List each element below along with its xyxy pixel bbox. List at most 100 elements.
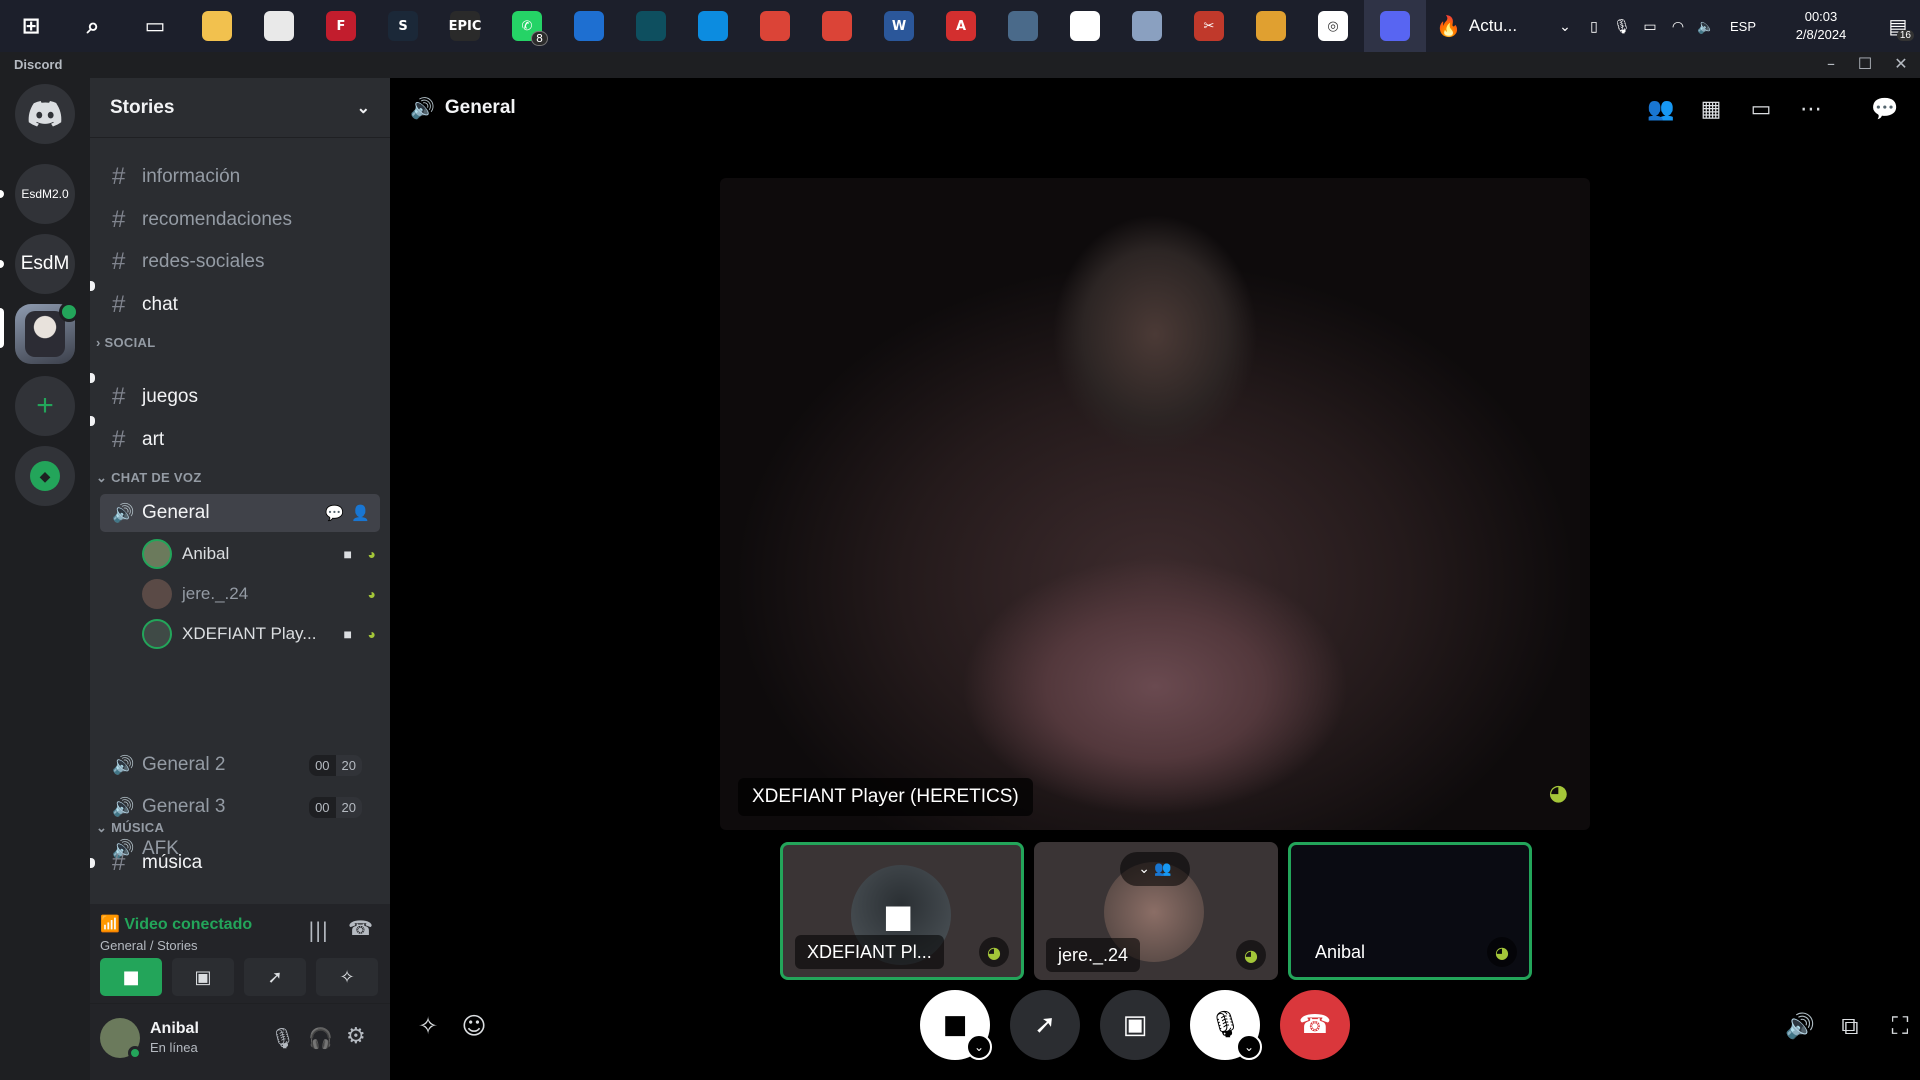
word-icon[interactable]: W xyxy=(868,0,930,52)
noise-suppression-icon[interactable]: ||| xyxy=(308,918,328,942)
microphone-icon[interactable]: 🎙 xyxy=(270,1026,295,1050)
screen-share-button[interactable]: ▣ xyxy=(172,958,234,996)
epic-games-icon[interactable]: EPIC xyxy=(434,0,496,52)
more-options-icon[interactable]: ⋯ xyxy=(1794,92,1828,126)
chrome-profile-icon[interactable] xyxy=(806,0,868,52)
channel-title: General xyxy=(444,97,516,118)
voice-location: General / Stories xyxy=(100,938,198,953)
file-explorer-glyph xyxy=(202,11,232,41)
microphone-tray-icon[interactable]: 🎙 xyxy=(1608,18,1636,35)
discord-home-icon[interactable] xyxy=(15,84,75,144)
voice-user-jere[interactable]: jere._.24 ◕ xyxy=(142,576,382,612)
paint-icon[interactable] xyxy=(1054,0,1116,52)
microphone-toggle-button[interactable]: 🎙 ⌄ xyxy=(1190,990,1262,1060)
autocad-icon[interactable]: A xyxy=(930,0,992,52)
channel-art[interactable]: # art xyxy=(100,421,380,459)
notification-center-button[interactable]: ▤ 16 xyxy=(1876,14,1920,41)
server-stories[interactable] xyxy=(15,302,79,364)
leave-call-button[interactable]: ☎ xyxy=(1280,990,1350,1060)
voice-user-xdefiant[interactable]: XDEFIANT Play... ■ ◕ xyxy=(142,616,382,652)
inbox-icon[interactable]: ▭ xyxy=(1744,92,1778,126)
guild-header[interactable]: Stories ⌄ xyxy=(90,78,390,138)
calculator-icon[interactable] xyxy=(992,0,1054,52)
server-esdm20[interactable]: EsdM2.0 xyxy=(15,164,75,224)
channel-musica[interactable]: # música xyxy=(100,844,380,882)
paint-glyph xyxy=(1070,11,1100,41)
voice-status[interactable]: 📶 Video conectado General / Stories xyxy=(100,914,252,953)
device-icon[interactable]: ▯ xyxy=(1580,18,1608,35)
app-scissors-icon[interactable]: ✂ xyxy=(1178,0,1240,52)
fullscreen-icon[interactable]: ⛶ xyxy=(1882,1008,1918,1044)
search-icon[interactable]: ⌕ xyxy=(62,0,124,52)
ms-store-icon[interactable] xyxy=(248,0,310,52)
channel-chat[interactable]: # chat xyxy=(100,286,380,324)
participant-tile-anibal[interactable]: Anibal ◕ xyxy=(1288,842,1532,980)
channel-redes-sociales[interactable]: # redes-sociales xyxy=(100,243,380,281)
app-creature-icon[interactable] xyxy=(1240,0,1302,52)
soundboard-icon[interactable]: ✧ xyxy=(410,1008,446,1044)
app-creature-glyph xyxy=(1256,11,1286,41)
disconnect-icon[interactable]: ☎ xyxy=(348,916,373,940)
battery-icon[interactable]: ▭ xyxy=(1636,18,1664,35)
chat-bubble-icon[interactable]: 💬 xyxy=(1868,92,1902,126)
clock[interactable]: 00:03 2/8/2024 xyxy=(1766,8,1876,44)
pop-out-icon[interactable]: ⧉ xyxy=(1832,1008,1868,1044)
maximize-icon[interactable]: ☐ xyxy=(1850,54,1880,73)
open-chat-icon[interactable]: 💬 xyxy=(325,504,344,522)
screen-share-button[interactable]: ▣ xyxy=(1100,990,1170,1060)
task-view-icon[interactable]: ▭ xyxy=(124,0,186,52)
channel-informacion[interactable]: # información xyxy=(100,158,380,196)
settings-gear-icon[interactable]: ⚙ xyxy=(346,1024,366,1049)
edge-icon[interactable] xyxy=(682,0,744,52)
app-jellyfish-icon[interactable] xyxy=(1116,0,1178,52)
voice-user-anibal[interactable]: Anibal ■ ◕ xyxy=(142,536,382,572)
participant-tile-jere[interactable]: ⌄ 👥 jere._.24 ◕ xyxy=(1034,842,1278,980)
focused-video-stream[interactable]: ◕ xyxy=(720,178,1590,830)
activities-button[interactable]: ➚ xyxy=(1010,990,1080,1060)
fl-app-icon[interactable]: F xyxy=(310,0,372,52)
app-blue-icon[interactable] xyxy=(558,0,620,52)
discord-taskbar-icon[interactable] xyxy=(1364,0,1426,52)
voice-channel-general[interactable]: 🔊 General 💬 👤 xyxy=(100,494,380,532)
soundboard-button[interactable]: ✧ xyxy=(316,958,378,996)
activities-button[interactable]: ➚ xyxy=(244,958,306,996)
grid-layout-icon[interactable]: ▦ xyxy=(1694,92,1728,126)
steam-icon[interactable]: S xyxy=(372,0,434,52)
weather-widget[interactable]: 🔥 Actu... xyxy=(1426,0,1546,52)
app-spiral-icon[interactable]: ◎ xyxy=(1302,0,1364,52)
user-info[interactable]: Anibal En línea xyxy=(150,1020,199,1055)
chevron-down-icon[interactable]: ⌄ xyxy=(1236,1034,1262,1060)
close-icon[interactable]: ✕ xyxy=(1886,54,1916,73)
channel-recomendaciones[interactable]: # recomendaciones xyxy=(100,201,380,239)
invite-icon[interactable]: 👤 xyxy=(351,504,370,522)
camera-toggle-button[interactable]: ■ ⌄ xyxy=(920,990,992,1060)
app-teal-icon[interactable] xyxy=(620,0,682,52)
server-esdm[interactable]: EsdM xyxy=(15,234,75,294)
language-indicator[interactable]: ESP xyxy=(1720,19,1766,34)
video-button[interactable]: ■ xyxy=(100,958,162,996)
add-server-icon[interactable]: + xyxy=(15,376,75,436)
file-explorer-icon[interactable] xyxy=(186,0,248,52)
minimize-icon[interactable]: – xyxy=(1816,54,1846,73)
whatsapp-icon[interactable]: ✆ 8 xyxy=(496,0,558,52)
word-glyph: W xyxy=(884,11,914,41)
category-voice[interactable]: ⌄ CHAT DE VOZ xyxy=(96,470,202,486)
chevron-down-icon[interactable]: ⌄ xyxy=(966,1034,992,1060)
discover-icon[interactable]: ◆ xyxy=(15,446,75,506)
chrome-icon[interactable] xyxy=(744,0,806,52)
volume-icon[interactable]: 🔊 xyxy=(1782,1008,1818,1044)
volume-tray-icon[interactable]: 🔈 xyxy=(1692,18,1720,35)
show-hidden-icons-chevron-icon[interactable]: ⌄ xyxy=(1550,18,1580,35)
tile-options-chevron-icon[interactable]: ⌄ 👥 xyxy=(1120,852,1190,886)
windows-start-icon[interactable]: ⊞ xyxy=(0,0,62,52)
category-social[interactable]: › SOCIAL xyxy=(96,335,155,350)
wifi-icon[interactable]: ◠ xyxy=(1664,18,1692,35)
category-music[interactable]: ⌄ MÚSICA xyxy=(96,820,164,836)
channel-juegos[interactable]: # juegos xyxy=(100,378,380,416)
participant-tile-xdefiant[interactable]: ■ XDEFIANT Pl... ◕ xyxy=(780,842,1024,980)
headphones-icon[interactable]: 🎧 xyxy=(308,1026,333,1050)
voice-channel-general-2[interactable]: 🔊 General 2 00 20 xyxy=(100,746,380,784)
emoji-icon[interactable]: ☺ xyxy=(456,1008,492,1044)
hash-icon: # xyxy=(112,248,126,275)
add-friends-icon[interactable]: 👥 xyxy=(1644,92,1678,126)
